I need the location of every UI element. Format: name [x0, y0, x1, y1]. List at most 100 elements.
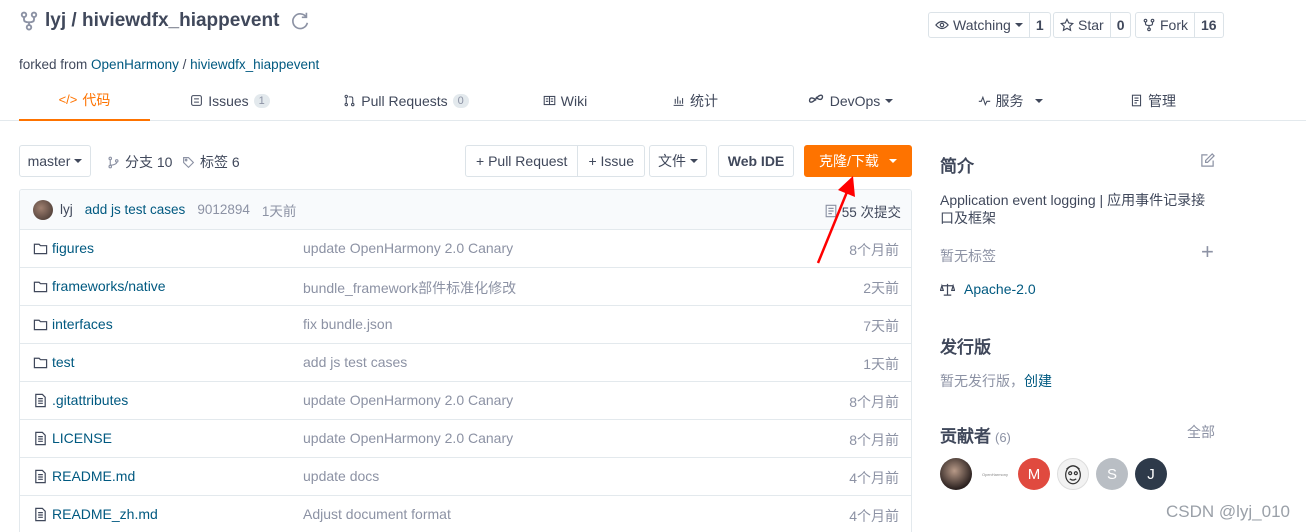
- star-icon: [1060, 18, 1074, 32]
- file-name-link[interactable]: README.md: [52, 468, 135, 484]
- fork-button[interactable]: Fork 16: [1135, 12, 1224, 38]
- avatar[interactable]: S: [1096, 458, 1128, 490]
- forked-prefix: forked from: [19, 57, 88, 72]
- chevron-down-icon: [1034, 98, 1043, 103]
- tab-services[interactable]: 服务: [970, 80, 1050, 121]
- web-ide-label: Web IDE: [727, 153, 785, 169]
- forked-owner-link[interactable]: OpenHarmony: [91, 57, 179, 72]
- branches-link[interactable]: 分支 10: [107, 152, 172, 172]
- tab-issues[interactable]: Issues 1: [180, 80, 280, 121]
- fork-icon: [20, 11, 38, 31]
- file-commit-message[interactable]: add js test cases: [303, 354, 407, 370]
- file-name-link[interactable]: README_zh.md: [52, 506, 158, 522]
- commit-count-link[interactable]: 55 次提交: [824, 201, 901, 221]
- file-commit-message[interactable]: update docs: [303, 468, 379, 484]
- license-link[interactable]: Apache-2.0: [940, 281, 1036, 297]
- file-row[interactable]: LICENSE update OpenHarmony 2.0 Canary 8个月前: [20, 420, 911, 458]
- branch-icon: [108, 156, 119, 168]
- tab-pull-requests-label: Pull Requests: [361, 92, 448, 109]
- no-release-text: 暂无发行版，: [940, 373, 1024, 389]
- file-commit-message[interactable]: update OpenHarmony 2.0 Canary: [303, 392, 513, 408]
- avatar[interactable]: OpenHarmony: [979, 458, 1011, 490]
- scale-icon: [940, 283, 955, 296]
- file-icon: [33, 469, 48, 484]
- bar-chart-icon: [673, 96, 684, 106]
- sync-icon[interactable]: [289, 10, 311, 32]
- avatar[interactable]: [33, 199, 53, 220]
- tab-services-label: 服务: [995, 92, 1024, 109]
- file-icon: [33, 393, 48, 408]
- file-row[interactable]: figures update OpenHarmony 2.0 Canary 8个月前: [20, 230, 911, 268]
- file-commit-message[interactable]: update OpenHarmony 2.0 Canary: [303, 430, 513, 446]
- issues-count-badge: 1: [253, 93, 270, 108]
- folder-icon: [33, 355, 48, 370]
- add-tag-icon[interactable]: +: [1201, 241, 1214, 263]
- file-name-link[interactable]: interfaces: [52, 316, 113, 332]
- tags-link[interactable]: 标签 6: [182, 152, 240, 172]
- tab-stats[interactable]: 统计: [660, 80, 730, 121]
- all-contributors-link[interactable]: 全部: [1187, 422, 1215, 442]
- folder-icon: [33, 241, 48, 256]
- star-button[interactable]: Star 0: [1053, 12, 1132, 38]
- chevron-down-icon: [888, 159, 897, 163]
- clone-download-label: 克隆/下载: [819, 153, 879, 169]
- avatar[interactable]: [940, 458, 972, 490]
- watch-count[interactable]: 1: [1030, 13, 1050, 37]
- file-name-link[interactable]: test: [52, 354, 75, 370]
- tab-manage-label: 管理: [1148, 92, 1176, 109]
- tab-wiki[interactable]: Wiki: [530, 80, 600, 121]
- contributors-count: (6): [995, 430, 1011, 445]
- file-commit-message[interactable]: fix bundle.json: [303, 316, 393, 332]
- create-release-link[interactable]: 创建: [1024, 373, 1052, 389]
- fork-count[interactable]: 16: [1195, 13, 1223, 37]
- tab-pull-requests[interactable]: Pull Requests 0: [335, 80, 477, 121]
- file-name-link[interactable]: frameworks/native: [52, 278, 166, 294]
- file-row[interactable]: test add js test cases 1天前: [20, 344, 911, 382]
- edit-icon[interactable]: [1200, 153, 1215, 168]
- latest-commit: lyj add js test cases 9012894 1天前 55 次提交: [20, 190, 911, 230]
- tab-devops[interactable]: DevOps: [800, 80, 900, 121]
- clone-download-button[interactable]: 克隆/下载: [804, 145, 912, 177]
- tab-manage[interactable]: 管理: [1120, 80, 1186, 121]
- description-line-1: Application event logging | 应用事件记录接: [940, 192, 1206, 208]
- tags-label: 标签 6: [200, 154, 240, 170]
- watch-label: Watching: [953, 17, 1011, 33]
- file-commit-message[interactable]: bundle_framework部件标准化修改: [303, 278, 516, 298]
- file-row[interactable]: README_zh.md Adjust document format 4个月前: [20, 496, 911, 532]
- tag-icon: [183, 156, 195, 168]
- file-commit-message[interactable]: Adjust document format: [303, 506, 451, 522]
- file-row[interactable]: README.md update docs 4个月前: [20, 458, 911, 496]
- chevron-down-icon: [1014, 23, 1023, 27]
- file-row[interactable]: .gitattributes update OpenHarmony 2.0 Can…: [20, 382, 911, 420]
- file-commit-time: 8个月前: [849, 394, 899, 410]
- file-name-link[interactable]: .gitattributes: [52, 392, 128, 408]
- watch-button[interactable]: Watching 1: [928, 12, 1051, 38]
- tab-code[interactable]: </> 代码: [19, 80, 150, 121]
- file-commit-message[interactable]: update OpenHarmony 2.0 Canary: [303, 240, 513, 256]
- code-icon: </>: [58, 92, 78, 107]
- commit-sha[interactable]: 9012894: [197, 202, 250, 217]
- commit-author[interactable]: lyj: [60, 202, 73, 217]
- chevron-down-icon: [690, 159, 698, 163]
- repo-title[interactable]: lyj / hiviewdfx_hiappevent: [45, 10, 279, 32]
- avatar[interactable]: M: [1018, 458, 1050, 490]
- repo-tabs: </> 代码 Issues 1 Pull Requests 0 Wiki 统计 …: [0, 80, 1306, 121]
- avatar[interactable]: J: [1135, 458, 1167, 490]
- file-row[interactable]: frameworks/native bundle_framework部件标准化修改…: [20, 268, 911, 306]
- file-name-link[interactable]: LICENSE: [52, 430, 112, 446]
- commit-message[interactable]: add js test cases: [85, 202, 186, 217]
- forked-repo-link[interactable]: hiviewdfx_hiappevent: [190, 57, 319, 72]
- file-row[interactable]: interfaces fix bundle.json 7天前: [20, 306, 911, 344]
- openharmony-logo: OpenHarmony: [981, 471, 1008, 477]
- star-count[interactable]: 0: [1111, 13, 1131, 37]
- new-issue-button[interactable]: + Issue: [577, 146, 644, 176]
- new-pull-request-button[interactable]: + Pull Request: [466, 146, 577, 176]
- avatar[interactable]: [1057, 458, 1089, 490]
- web-ide-button[interactable]: Web IDE: [718, 145, 794, 177]
- file-menu-button[interactable]: 文件: [649, 145, 707, 177]
- file-name-link[interactable]: figures: [52, 240, 94, 256]
- branch-select[interactable]: master: [19, 145, 91, 177]
- contributors-title: 贡献者: [940, 427, 991, 446]
- repo-header: lyj / hiviewdfx_hiappevent: [19, 10, 311, 32]
- description-line-2: 口及框架: [940, 210, 996, 226]
